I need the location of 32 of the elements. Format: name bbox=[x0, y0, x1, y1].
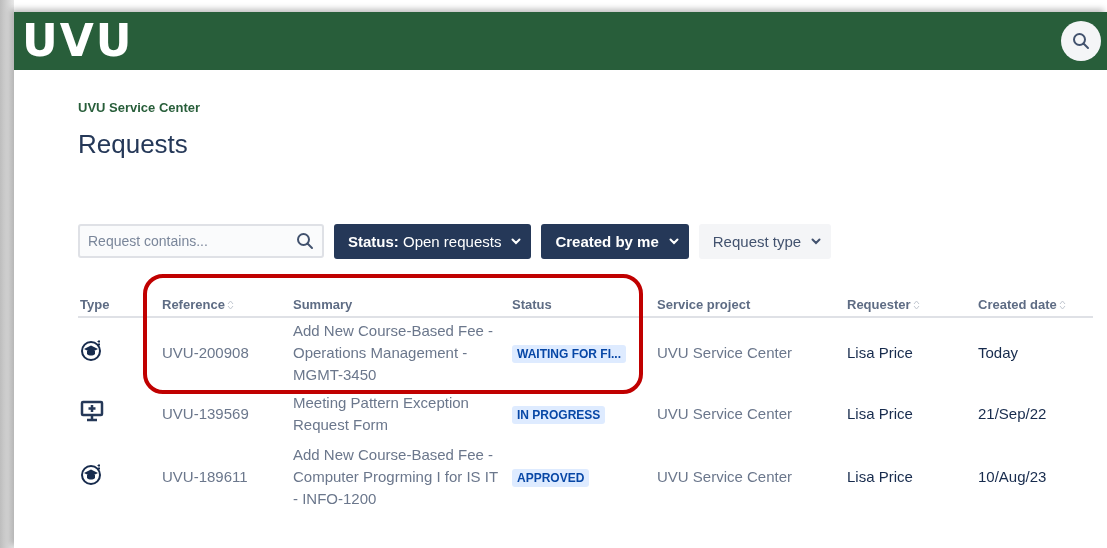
filter-dropdown[interactable]: Request type bbox=[698, 224, 832, 259]
column-header: Status bbox=[512, 297, 552, 312]
table-cell: Lisa Price bbox=[847, 405, 913, 422]
column-header: Type bbox=[80, 297, 110, 312]
status-lozenge: IN PROGRESS bbox=[512, 405, 606, 424]
table-cell: 21/Sep/22 bbox=[978, 405, 1047, 422]
summary-link[interactable]: Add New Course-Based Fee - Operations Management - MGMT-3450 bbox=[291, 320, 510, 386]
table-cell: Today bbox=[978, 344, 1019, 361]
table-cell: Lisa Price bbox=[847, 468, 913, 485]
column-header: Summary bbox=[293, 297, 353, 312]
reference-link[interactable]: UVU-200908 bbox=[162, 344, 249, 361]
filter-dropdown[interactable]: Status: Open requests bbox=[334, 224, 532, 259]
table-cell: UVU Service Center bbox=[657, 468, 793, 485]
column-header: Requester bbox=[847, 297, 911, 312]
search-field[interactable]: Request contains... bbox=[78, 224, 324, 258]
summary-link[interactable]: Add New Course-Based Fee - Computer Progrming I for IS IT - INFO-1200 bbox=[291, 444, 510, 510]
status-lozenge: APPROVED bbox=[512, 468, 590, 487]
column-header: Reference bbox=[162, 297, 225, 312]
table-cell: Lisa Price bbox=[847, 344, 913, 361]
breadcrumb-link[interactable]: UVU Service Center bbox=[78, 100, 1107, 115]
logo[interactable]: UVU bbox=[22, 19, 134, 63]
reference-link[interactable]: UVU-189611 bbox=[162, 468, 248, 485]
reference-link[interactable]: UVU-139569 bbox=[162, 405, 249, 422]
summary-link[interactable]: Meeting Pattern Exception Request Form bbox=[291, 392, 510, 436]
table-cell: 10/Aug/23 bbox=[978, 468, 1047, 485]
table-cell: UVU Service Center bbox=[657, 344, 793, 361]
page-title: Requests bbox=[78, 129, 189, 160]
column-header: Service project bbox=[657, 297, 751, 312]
filter-dropdown[interactable]: Created by me bbox=[541, 224, 689, 259]
status-lozenge: WAITING FOR FI... bbox=[512, 344, 626, 363]
column-header: Created date bbox=[978, 297, 1057, 312]
table-cell: UVU Service Center bbox=[657, 405, 793, 422]
